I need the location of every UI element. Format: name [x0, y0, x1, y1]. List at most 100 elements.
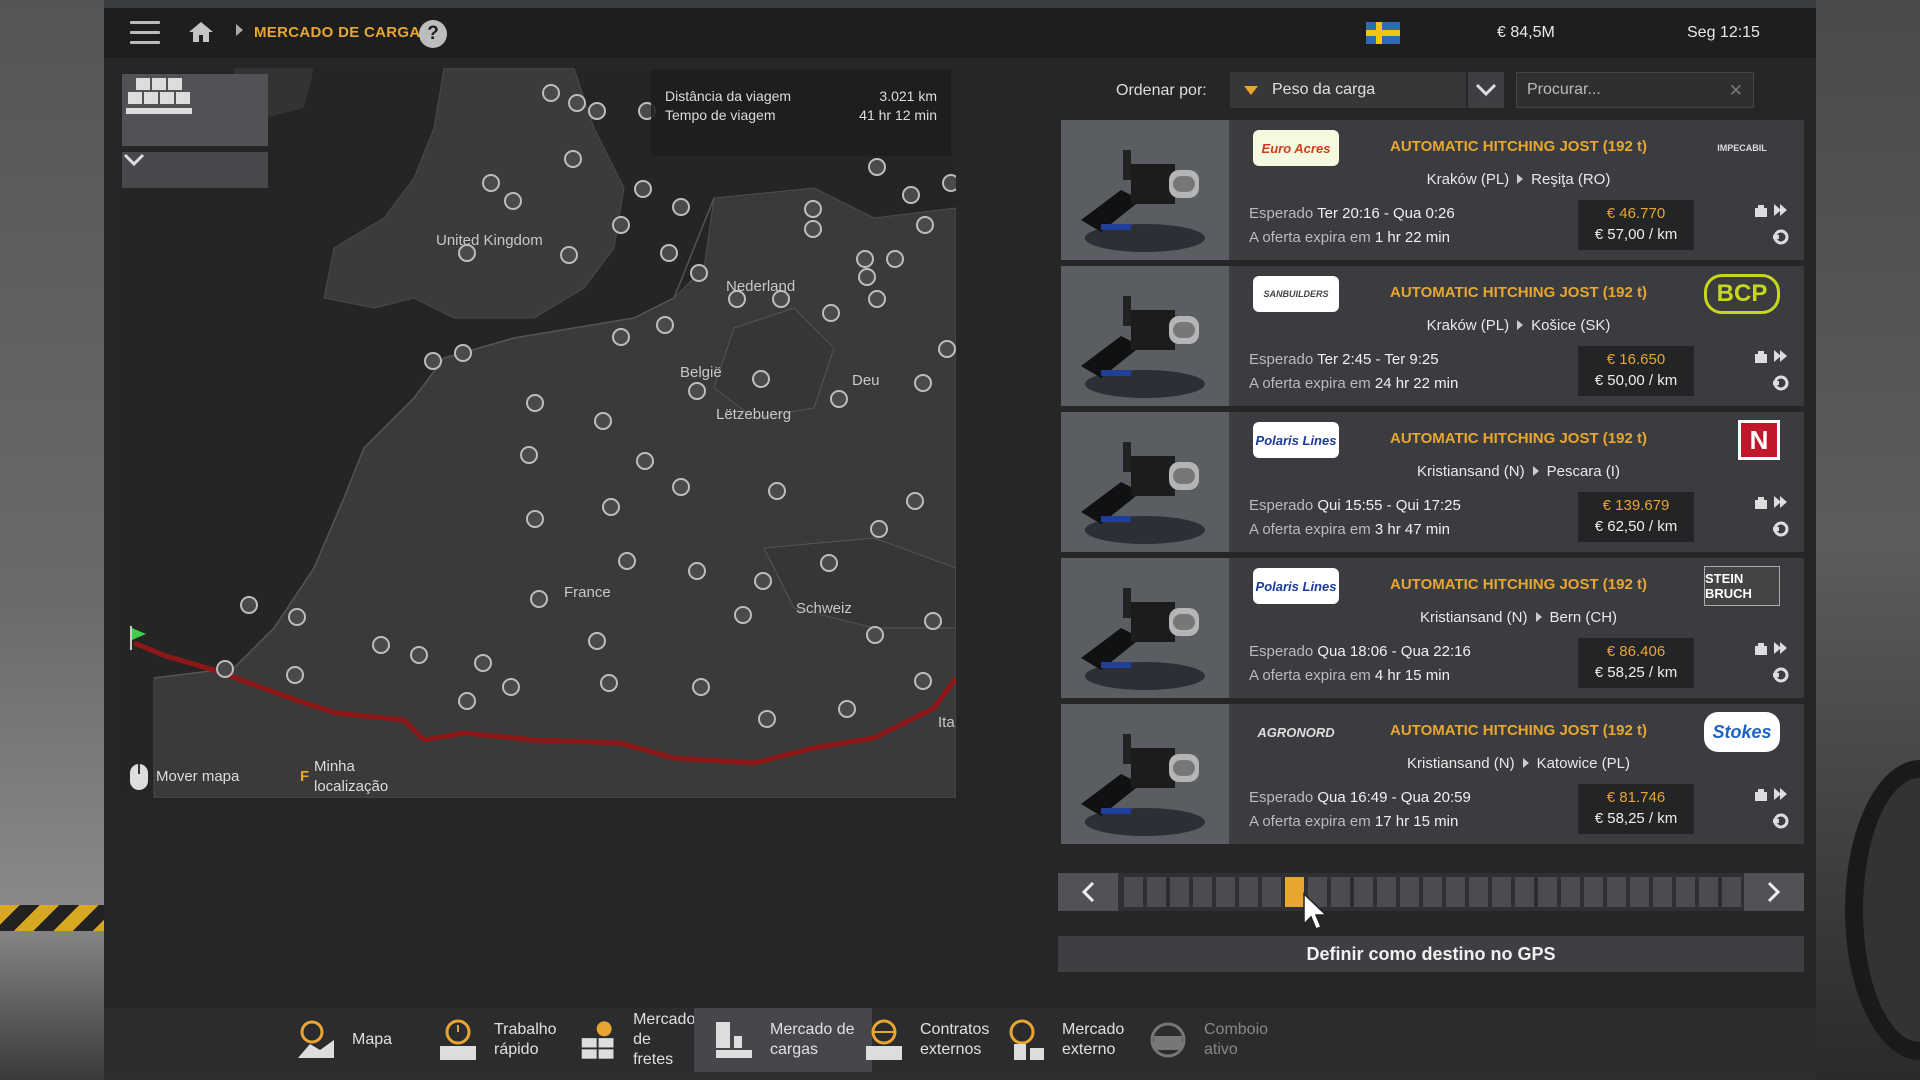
city-marker[interactable]	[482, 174, 500, 192]
page-indicator[interactable]	[1377, 877, 1396, 907]
city-marker[interactable]	[502, 678, 520, 696]
city-marker[interactable]	[526, 394, 544, 412]
city-marker[interactable]	[752, 370, 770, 388]
city-marker[interactable]	[672, 478, 690, 496]
city-marker[interactable]	[474, 654, 492, 672]
page-indicator[interactable]	[1515, 877, 1534, 907]
city-marker[interactable]	[858, 268, 876, 286]
page-indicator[interactable]	[1423, 877, 1442, 907]
page-indicator[interactable]	[1124, 877, 1143, 907]
city-marker[interactable]	[288, 608, 306, 626]
city-marker[interactable]	[906, 492, 924, 510]
city-marker[interactable]	[618, 552, 636, 570]
sort-direction-icon[interactable]	[1244, 85, 1258, 95]
set-gps-destination-button[interactable]: Definir como destino no GPS	[1058, 936, 1804, 972]
page-indicator[interactable]	[1538, 877, 1557, 907]
sort-select[interactable]: Peso da carga	[1230, 72, 1466, 108]
city-marker[interactable]	[804, 220, 822, 238]
city-marker[interactable]	[938, 340, 956, 358]
menu-icon[interactable]	[130, 21, 160, 45]
city-marker[interactable]	[286, 666, 304, 684]
city-marker[interactable]	[530, 590, 548, 608]
city-marker[interactable]	[822, 304, 840, 322]
page-indicator[interactable]	[1216, 877, 1235, 907]
city-marker[interactable]	[454, 344, 472, 362]
my-location-hint-line1[interactable]: Minha	[314, 758, 355, 775]
next-page-button[interactable]	[1744, 873, 1804, 911]
previous-page-button[interactable]	[1058, 873, 1118, 911]
city-marker[interactable]	[542, 84, 560, 102]
cargo-offer-row[interactable]: Euro Acres AUTOMATIC HITCHING JOST (192 …	[1061, 120, 1804, 260]
page-indicator[interactable]	[1653, 877, 1672, 907]
clear-search-icon[interactable]: ✕	[1729, 81, 1743, 101]
city-marker[interactable]	[868, 290, 886, 308]
search-input[interactable]	[1527, 81, 1707, 99]
city-marker[interactable]	[868, 158, 886, 176]
page-indicator[interactable]	[1676, 877, 1695, 907]
city-marker[interactable]	[612, 328, 630, 346]
city-marker[interactable]	[636, 452, 654, 470]
city-marker[interactable]	[588, 102, 606, 120]
city-marker[interactable]	[216, 660, 234, 678]
city-marker[interactable]	[914, 672, 932, 690]
page-indicator[interactable]	[1607, 877, 1626, 907]
city-marker[interactable]	[588, 632, 606, 650]
cargo-offer-row[interactable]: AGRONORD AUTOMATIC HITCHING JOST (192 t)…	[1061, 704, 1804, 844]
city-marker[interactable]	[734, 606, 752, 624]
city-marker[interactable]	[886, 250, 904, 268]
city-marker[interactable]	[830, 390, 848, 408]
map-mode-button[interactable]	[122, 74, 268, 146]
city-marker[interactable]	[902, 186, 920, 204]
city-marker[interactable]	[504, 192, 522, 210]
my-location-hint-line2[interactable]: localização	[314, 778, 388, 795]
cargo-offer-row[interactable]: Polaris Lines AUTOMATIC HITCHING JOST (1…	[1061, 558, 1804, 698]
city-marker[interactable]	[866, 626, 884, 644]
city-marker[interactable]	[560, 246, 578, 264]
city-marker[interactable]	[820, 554, 838, 572]
page-indicator[interactable]	[1446, 877, 1465, 907]
city-marker[interactable]	[758, 710, 776, 728]
page-indicator[interactable]	[1331, 877, 1350, 907]
nav-quick-job[interactable]: Trabalho rápido	[436, 1008, 566, 1072]
city-marker[interactable]	[600, 674, 618, 692]
city-marker[interactable]	[688, 382, 706, 400]
city-marker[interactable]	[924, 612, 942, 630]
sort-dropdown-button[interactable]	[1468, 72, 1504, 108]
nav-map[interactable]: Mapa	[294, 1008, 414, 1072]
page-indicator[interactable]	[1170, 877, 1189, 907]
page-indicator[interactable]	[1354, 877, 1373, 907]
city-marker[interactable]	[656, 316, 674, 334]
page-indicator[interactable]	[1239, 877, 1258, 907]
city-marker[interactable]	[688, 562, 706, 580]
city-marker[interactable]	[660, 244, 678, 262]
city-marker[interactable]	[526, 510, 544, 528]
cargo-offer-row[interactable]: SANBUILDERS AUTOMATIC HITCHING JOST (192…	[1061, 266, 1804, 406]
page-indicator[interactable]	[1492, 877, 1511, 907]
city-marker[interactable]	[672, 198, 690, 216]
home-icon[interactable]	[188, 20, 214, 44]
city-marker[interactable]	[634, 180, 652, 198]
city-marker[interactable]	[916, 216, 934, 234]
city-marker[interactable]	[692, 678, 710, 696]
nav-external-contracts[interactable]: Contratos externos	[862, 1008, 994, 1072]
city-marker[interactable]	[690, 264, 708, 282]
city-marker[interactable]	[856, 250, 874, 268]
city-marker[interactable]	[768, 482, 786, 500]
city-marker[interactable]	[804, 200, 822, 218]
city-marker[interactable]	[372, 636, 390, 654]
city-marker[interactable]	[568, 94, 586, 112]
city-marker[interactable]	[424, 352, 442, 370]
page-indicator[interactable]	[1722, 877, 1741, 907]
map-mode-dropdown[interactable]	[122, 152, 268, 188]
page-indicator[interactable]	[1699, 877, 1718, 907]
city-marker[interactable]	[564, 150, 582, 168]
city-marker[interactable]	[410, 646, 428, 664]
city-marker[interactable]	[612, 216, 630, 234]
city-marker[interactable]	[754, 572, 772, 590]
city-marker[interactable]	[870, 520, 888, 538]
search-box[interactable]: ✕	[1516, 72, 1754, 108]
page-indicator[interactable]	[1400, 877, 1419, 907]
cargo-offer-row[interactable]: Polaris Lines AUTOMATIC HITCHING JOST (1…	[1061, 412, 1804, 552]
city-marker[interactable]	[838, 700, 856, 718]
nav-external-market[interactable]: Mercado externo	[1004, 1008, 1136, 1072]
